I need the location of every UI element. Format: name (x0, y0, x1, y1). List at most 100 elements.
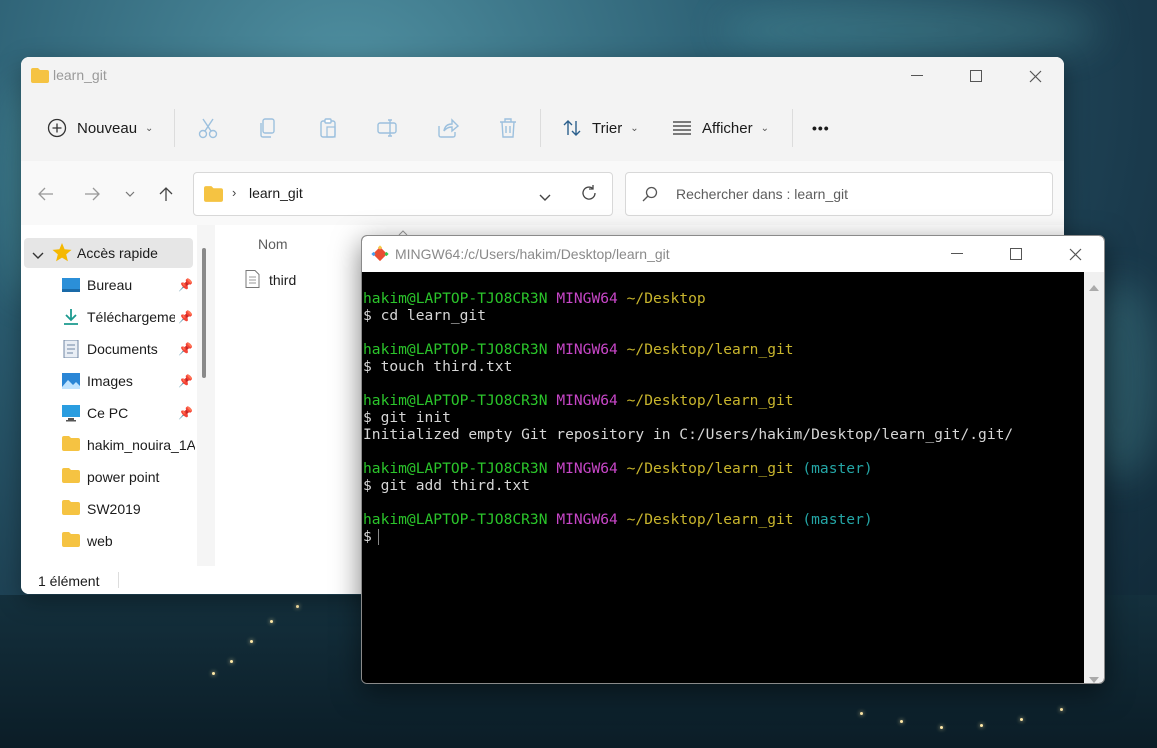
table-row[interactable]: third (242, 267, 362, 293)
sidebar-item-ce-pc[interactable]: Ce PC 📌 (21, 398, 197, 428)
folder-icon (62, 468, 80, 486)
folder-icon (62, 436, 80, 454)
sidebar-item-quick-access[interactable]: Accès rapide (24, 238, 193, 268)
sidebar-item-label: Documents (87, 341, 158, 357)
new-label: Nouveau (77, 119, 138, 137)
address-history-chevron-icon[interactable] (539, 189, 551, 207)
rename-icon[interactable] (376, 116, 400, 140)
pin-icon[interactable]: 📌 (178, 342, 193, 356)
output-line: Initialized empty Git repository in C:/U… (363, 426, 1014, 443)
recent-locations-chevron-icon[interactable] (119, 183, 141, 205)
chevron-right-icon: › (232, 185, 237, 200)
column-header-name[interactable]: Nom (258, 236, 288, 252)
folder-icon (62, 500, 80, 518)
text-cursor (377, 529, 379, 545)
refresh-icon[interactable] (580, 184, 598, 207)
sidebar-item-documents[interactable]: Documents 📌 (21, 334, 197, 364)
folder-icon (62, 532, 80, 550)
view-label: Afficher (702, 119, 753, 137)
command-line: $ touch third.txt (363, 358, 513, 375)
prompt-line: hakim@LAPTOP-TJO8CR3N MINGW64 ~/Desktop (363, 290, 706, 307)
scroll-up-arrow-icon[interactable] (1089, 278, 1099, 296)
prompt-line: hakim@LAPTOP-TJO8CR3N MINGW64 ~/Desktop/… (363, 511, 873, 528)
back-arrow-icon[interactable] (35, 183, 57, 205)
download-icon (62, 308, 80, 326)
maximize-button[interactable] (947, 57, 1005, 95)
item-count: 1 élément (38, 573, 100, 589)
share-icon[interactable] (436, 116, 460, 140)
search-box[interactable]: Rechercher dans : learn_git (625, 172, 1053, 216)
text-file-icon (245, 270, 260, 293)
sidebar-item-label: Téléchargements (87, 309, 175, 325)
chevron-down-icon: ⌄ (145, 122, 154, 134)
cut-icon[interactable] (196, 116, 220, 140)
sidebar-item-label: Bureau (87, 277, 133, 293)
sort-label: Trier (592, 119, 623, 137)
view-button[interactable]: Afficher ⌄ (672, 115, 769, 141)
pin-icon[interactable]: 📌 (178, 278, 193, 292)
explorer-titlebar[interactable]: learn_git (21, 57, 1064, 95)
terminal-maximize-button[interactable] (987, 236, 1045, 273)
sidebar-item-label: Images (87, 373, 133, 389)
sidebar-item-bureau[interactable]: Bureau 📌 (21, 270, 197, 300)
minimize-button[interactable] (888, 57, 946, 95)
sidebar-item-telechargements[interactable]: Téléchargements 📌 (21, 302, 197, 332)
folder-icon (31, 68, 49, 88)
prompt-line: hakim@LAPTOP-TJO8CR3N MINGW64 ~/Desktop/… (363, 460, 873, 477)
delete-icon[interactable] (496, 116, 520, 140)
sidebar-item-label: SW2019 (87, 501, 141, 517)
sidebar-scrollbar-track[interactable] (197, 225, 215, 566)
copy-icon[interactable] (256, 116, 280, 140)
more-options-button[interactable]: ••• (812, 115, 830, 141)
terminal-scrollbar[interactable] (1084, 272, 1104, 683)
command-line: $ cd learn_git (363, 307, 487, 324)
view-lines-icon (672, 120, 692, 136)
paste-icon[interactable] (316, 116, 340, 140)
chevron-down-icon (32, 247, 44, 263)
star-icon (52, 243, 72, 265)
up-arrow-icon[interactable] (155, 183, 177, 205)
prompt-line: hakim@LAPTOP-TJO8CR3N MINGW64 ~/Desktop/… (363, 392, 794, 409)
plus-circle-icon (47, 118, 67, 138)
address-path: learn_git (249, 185, 303, 201)
search-placeholder: Rechercher dans : learn_git (676, 186, 848, 202)
sidebar-item-label: hakim_nouira_1A (87, 437, 195, 453)
command-bar: Nouveau ⌄ Trier ⌄ Afficher ⌄ ••• (21, 95, 1064, 162)
pin-icon[interactable]: 📌 (178, 374, 193, 388)
new-button[interactable]: Nouveau ⌄ (47, 115, 153, 141)
scroll-down-arrow-icon[interactable] (1089, 670, 1099, 683)
command-line: $ (363, 528, 379, 545)
sidebar-item-web[interactable]: web (21, 526, 197, 556)
sidebar-scrollbar-thumb[interactable] (202, 248, 206, 378)
sidebar-item-hakim-nouira[interactable]: hakim_nouira_1A (21, 430, 197, 460)
close-button[interactable] (1006, 57, 1064, 95)
navigation-bar: › learn_git Rechercher dans : learn_git (21, 161, 1064, 225)
command-line: $ git add third.txt (363, 477, 530, 494)
command-line: $ git init (363, 409, 451, 426)
terminal-minimize-button[interactable] (928, 236, 986, 273)
terminal-close-button[interactable] (1046, 236, 1104, 273)
pin-icon[interactable]: 📌 (178, 310, 193, 324)
file-name: third (269, 272, 297, 288)
terminal-titlebar[interactable]: MINGW64:/c/Users/hakim/Desktop/learn_git (362, 236, 1104, 272)
git-bash-window: MINGW64:/c/Users/hakim/Desktop/learn_git… (361, 235, 1105, 684)
window-title: learn_git (53, 67, 107, 83)
document-icon (62, 339, 80, 359)
sidebar-item-images[interactable]: Images 📌 (21, 366, 197, 396)
navigation-pane: Accès rapide Bureau 📌 Téléchargements 📌 … (21, 225, 216, 566)
desktop-icon (62, 276, 80, 294)
sort-button[interactable]: Trier ⌄ (562, 115, 639, 141)
quick-access-label: Accès rapide (77, 245, 158, 261)
prompt-line: hakim@LAPTOP-TJO8CR3N MINGW64 ~/Desktop/… (363, 341, 794, 358)
sidebar-item-power-point[interactable]: power point (21, 462, 197, 492)
address-bar[interactable]: › learn_git (193, 172, 613, 216)
sidebar-item-label: web (87, 533, 113, 549)
forward-arrow-icon[interactable] (81, 183, 103, 205)
computer-icon (62, 404, 80, 422)
sidebar-item-label: Ce PC (87, 405, 129, 421)
picture-icon (62, 372, 80, 390)
pin-icon[interactable]: 📌 (178, 406, 193, 420)
chevron-down-icon: ⌄ (760, 122, 769, 134)
sidebar-item-sw2019[interactable]: SW2019 (21, 494, 197, 524)
terminal-output[interactable]: hakim@LAPTOP-TJO8CR3N MINGW64 ~/Desktop … (362, 272, 1084, 683)
